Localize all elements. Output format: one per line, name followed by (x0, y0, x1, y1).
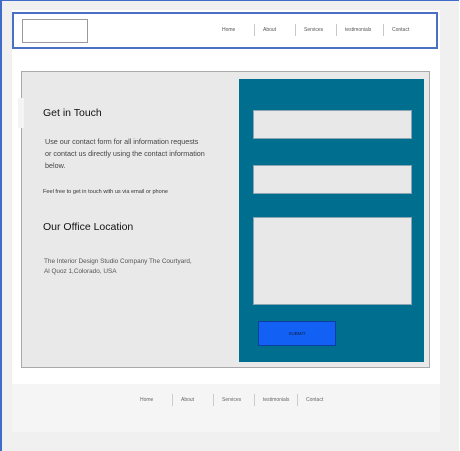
nav-link-contact[interactable]: Contact (383, 24, 420, 36)
email-input[interactable] (253, 165, 412, 194)
contact-paragraph: Use our contact form for all information… (45, 137, 205, 170)
site-footer: Home About Services testimonials Contact (12, 384, 440, 432)
contact-form-panel: SUBMIT (239, 79, 424, 362)
logo-placeholder[interactable] (22, 19, 88, 43)
nav-link-about[interactable]: About (254, 24, 295, 36)
site-header: Home About Services testimonials Contact (12, 12, 438, 49)
name-input[interactable] (253, 110, 412, 139)
nav-link-testimonials[interactable]: testimonials (336, 24, 383, 36)
nav-link-services[interactable]: Services (295, 24, 336, 36)
footer-link-testimonials[interactable]: testimonials (254, 394, 297, 406)
office-location-title: Our Office Location (43, 221, 134, 233)
header-nav: Home About Services testimonials Contact (214, 24, 420, 36)
footer-link-services[interactable]: Services (213, 394, 254, 406)
footer-nav: Home About Services testimonials Contact (132, 394, 334, 406)
email-phone-note: Feel free to get in touch with us via em… (43, 189, 168, 195)
message-textarea[interactable] (253, 217, 412, 305)
submit-button[interactable]: SUBMIT (258, 321, 336, 346)
footer-link-about[interactable]: About (172, 394, 213, 406)
footer-link-contact[interactable]: Contact (297, 394, 334, 406)
section-tab-marker (18, 98, 24, 128)
nav-link-home[interactable]: Home (214, 24, 254, 36)
office-address: The Interior Design Studio Company The C… (44, 258, 192, 275)
footer-link-home[interactable]: Home (132, 394, 172, 406)
get-in-touch-title: Get in Touch (43, 107, 102, 119)
